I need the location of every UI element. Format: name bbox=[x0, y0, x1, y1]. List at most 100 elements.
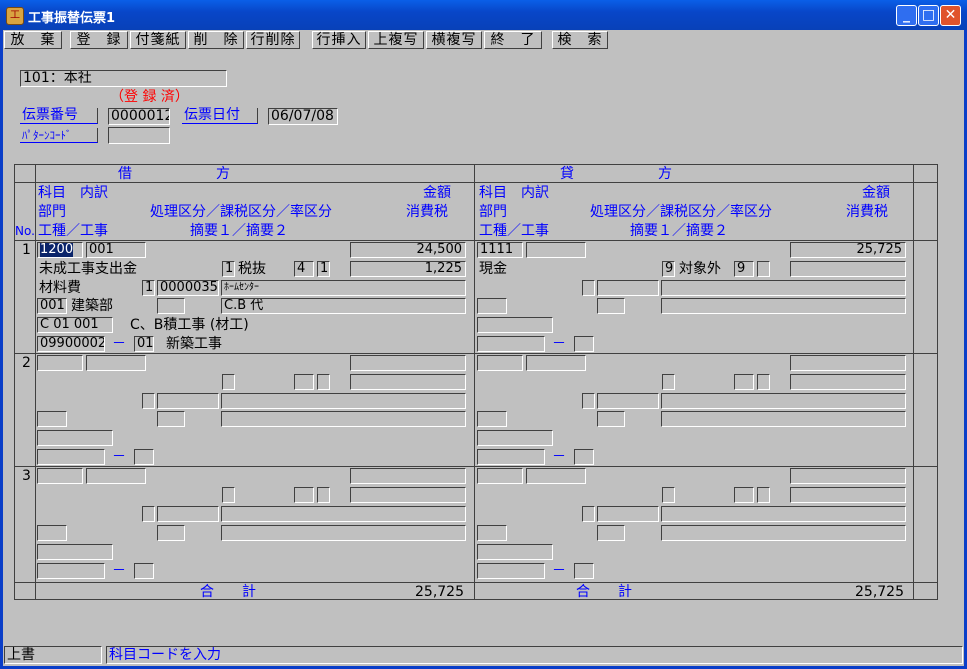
debit-project-sub-field[interactable]: 01 bbox=[134, 336, 154, 352]
credit-proc-field[interactable] bbox=[662, 487, 675, 503]
close-icon[interactable]: ✕ bbox=[940, 5, 961, 26]
credit-tax-code-field[interactable]: 9 bbox=[734, 261, 754, 277]
debit-extra-field[interactable] bbox=[157, 411, 185, 427]
debit-vendor-code-field[interactable] bbox=[157, 393, 219, 409]
credit-dept-code-field[interactable] bbox=[477, 411, 507, 427]
delete-button[interactable]: 削 除 bbox=[188, 31, 244, 49]
debit-worktype-code-field[interactable] bbox=[37, 430, 113, 446]
debit-account-field[interactable]: 1200 bbox=[37, 242, 83, 258]
credit-project-sub-field[interactable] bbox=[574, 563, 594, 579]
credit-project-code-field[interactable] bbox=[477, 449, 545, 465]
debit-dept-code-field[interactable] bbox=[37, 411, 67, 427]
credit-breakdown-field[interactable] bbox=[526, 468, 586, 484]
credit-project-code-field[interactable] bbox=[477, 563, 545, 579]
credit-tax-field[interactable] bbox=[790, 261, 906, 277]
debit-rate-field[interactable] bbox=[317, 374, 330, 390]
credit-vendor-name-field[interactable] bbox=[661, 506, 906, 522]
sticky-note-button[interactable]: 付箋紙 bbox=[130, 31, 186, 49]
credit-account-field[interactable]: 1111 bbox=[477, 242, 523, 258]
credit-memo1-field[interactable] bbox=[661, 411, 906, 427]
debit-amount-field[interactable] bbox=[350, 468, 466, 484]
credit-rate-field[interactable] bbox=[757, 261, 770, 277]
debit-sub-flag-field[interactable] bbox=[142, 506, 155, 522]
credit-account-field[interactable] bbox=[477, 468, 523, 484]
debit-dept-code-field[interactable] bbox=[37, 525, 67, 541]
maximize-icon[interactable]: □ bbox=[918, 5, 939, 26]
exit-button[interactable]: 終 了 bbox=[484, 31, 542, 49]
debit-worktype-code-field[interactable] bbox=[37, 544, 113, 560]
credit-tax-code-field[interactable] bbox=[734, 374, 754, 390]
credit-sub-flag-field[interactable] bbox=[582, 280, 595, 296]
credit-tax-code-field[interactable] bbox=[734, 487, 754, 503]
debit-dept-code-field[interactable]: 001 bbox=[37, 298, 67, 314]
discard-button[interactable]: 放 棄 bbox=[4, 31, 62, 49]
credit-vendor-code-field[interactable] bbox=[597, 280, 659, 296]
debit-rate-field[interactable] bbox=[317, 487, 330, 503]
slip-number-field[interactable]: 0000012 bbox=[108, 108, 170, 125]
credit-sub-flag-field[interactable] bbox=[582, 393, 595, 409]
copy-across-button[interactable]: 横複写 bbox=[426, 31, 482, 49]
debit-amount-field[interactable]: 24,500 bbox=[350, 242, 466, 258]
debit-proc-field[interactable] bbox=[222, 487, 235, 503]
credit-project-sub-field[interactable] bbox=[574, 336, 594, 352]
credit-worktype-code-field[interactable] bbox=[477, 544, 553, 560]
debit-vendor-name-field[interactable] bbox=[221, 506, 466, 522]
search-button[interactable]: 検 索 bbox=[552, 31, 608, 49]
credit-proc-field[interactable] bbox=[662, 374, 675, 390]
debit-tax-field[interactable] bbox=[350, 374, 466, 390]
debit-tax-code-field[interactable] bbox=[294, 487, 314, 503]
debit-proc-field[interactable]: 1 bbox=[222, 261, 235, 277]
debit-amount-field[interactable] bbox=[350, 355, 466, 371]
credit-account-field[interactable] bbox=[477, 355, 523, 371]
debit-memo1-field[interactable]: C.B 代 bbox=[221, 298, 466, 314]
debit-breakdown-field[interactable] bbox=[86, 355, 146, 371]
credit-memo1-field[interactable] bbox=[661, 298, 906, 314]
credit-vendor-code-field[interactable] bbox=[597, 393, 659, 409]
debit-project-code-field[interactable]: 09900002 bbox=[37, 336, 105, 352]
debit-memo1-field[interactable] bbox=[221, 411, 466, 427]
credit-tax-field[interactable] bbox=[790, 487, 906, 503]
pattern-code-field[interactable] bbox=[108, 127, 170, 144]
debit-vendor-name-field[interactable]: ﾎｰﾑｾﾝﾀｰ bbox=[221, 280, 466, 296]
debit-rate-field[interactable]: 1 bbox=[317, 261, 330, 277]
insert-line-button[interactable]: 行挿入 bbox=[312, 31, 366, 49]
debit-sub-flag-field[interactable]: 1 bbox=[142, 280, 155, 296]
debit-account-field[interactable] bbox=[37, 355, 83, 371]
debit-sub-flag-field[interactable] bbox=[142, 393, 155, 409]
credit-vendor-name-field[interactable] bbox=[661, 280, 906, 296]
debit-vendor-code-field[interactable] bbox=[157, 506, 219, 522]
debit-project-sub-field[interactable] bbox=[134, 449, 154, 465]
debit-proc-field[interactable] bbox=[222, 374, 235, 390]
debit-tax-field[interactable]: 1,225 bbox=[350, 261, 466, 277]
debit-vendor-name-field[interactable] bbox=[221, 393, 466, 409]
debit-project-sub-field[interactable] bbox=[134, 563, 154, 579]
debit-project-code-field[interactable] bbox=[37, 449, 105, 465]
delete-line-button[interactable]: 行削除 bbox=[246, 31, 300, 49]
credit-vendor-name-field[interactable] bbox=[661, 393, 906, 409]
debit-tax-code-field[interactable]: 4 bbox=[294, 261, 314, 277]
debit-tax-code-field[interactable] bbox=[294, 374, 314, 390]
debit-vendor-code-field[interactable]: 0000035 bbox=[157, 280, 219, 296]
credit-breakdown-field[interactable] bbox=[526, 242, 586, 258]
debit-project-code-field[interactable] bbox=[37, 563, 105, 579]
credit-dept-code-field[interactable] bbox=[477, 298, 507, 314]
title-bar[interactable]: 工 工事振替伝票1 _ □ ✕ bbox=[0, 0, 967, 30]
debit-memo1-field[interactable] bbox=[221, 525, 466, 541]
credit-dept-code-field[interactable] bbox=[477, 525, 507, 541]
debit-breakdown-field[interactable] bbox=[86, 468, 146, 484]
register-button[interactable]: 登 録 bbox=[70, 31, 128, 49]
credit-worktype-code-field[interactable] bbox=[477, 430, 553, 446]
credit-extra-field[interactable] bbox=[597, 525, 625, 541]
credit-extra-field[interactable] bbox=[597, 298, 625, 314]
slip-date-field[interactable]: 06/07/08 bbox=[268, 108, 338, 125]
credit-breakdown-field[interactable] bbox=[526, 355, 586, 371]
minimize-icon[interactable]: _ bbox=[896, 5, 917, 26]
credit-worktype-code-field[interactable] bbox=[477, 317, 553, 333]
credit-proc-field[interactable]: 9 bbox=[662, 261, 675, 277]
credit-memo1-field[interactable] bbox=[661, 525, 906, 541]
credit-amount-field[interactable] bbox=[790, 468, 906, 484]
debit-worktype-code-field[interactable]: C 01 001 bbox=[37, 317, 113, 333]
copy-above-button[interactable]: 上複写 bbox=[368, 31, 424, 49]
credit-vendor-code-field[interactable] bbox=[597, 506, 659, 522]
debit-tax-field[interactable] bbox=[350, 487, 466, 503]
